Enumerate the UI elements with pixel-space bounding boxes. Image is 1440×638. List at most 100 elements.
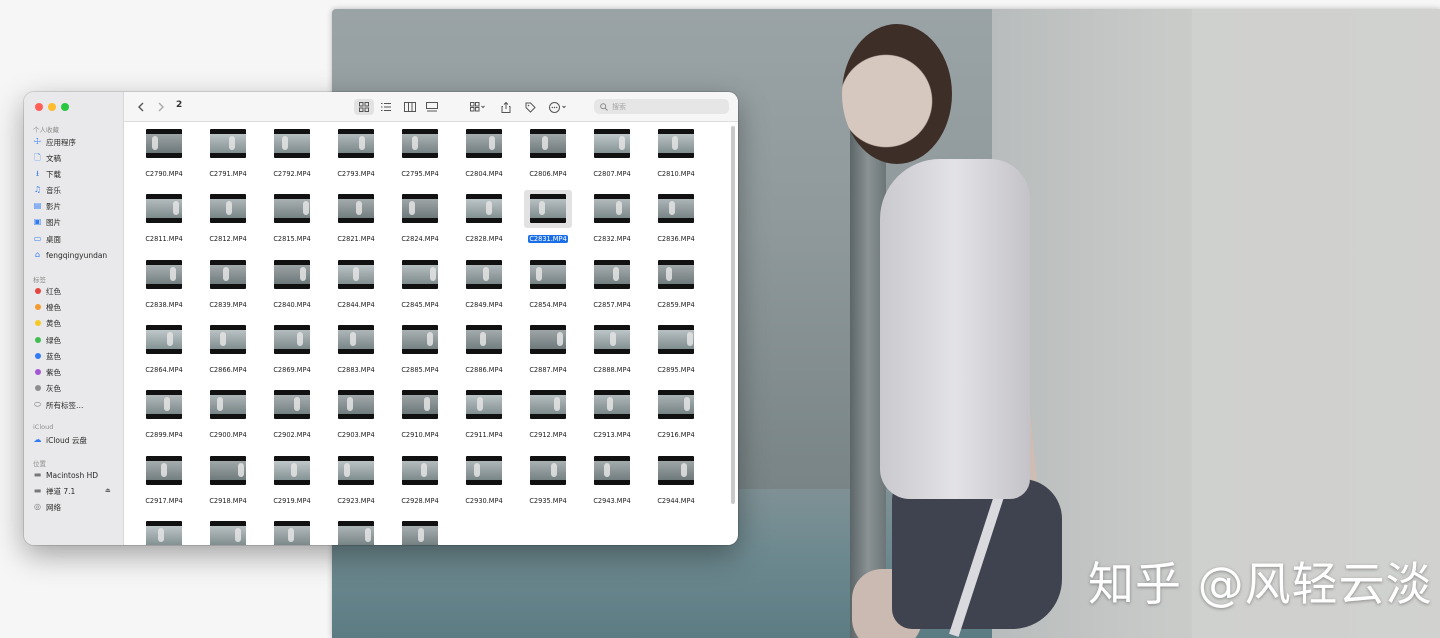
- file-item[interactable]: C2793.MP4: [328, 123, 384, 181]
- sidebar-item-icloud-drive[interactable]: ☁ iCloud 云盘: [33, 433, 87, 447]
- file-item[interactable]: C2831.MP4: [520, 188, 576, 246]
- sidebar-item-music[interactable]: ♫ 音乐: [33, 183, 61, 197]
- scrollbar[interactable]: [731, 126, 735, 504]
- file-item[interactable]: C2923.MP4: [328, 450, 384, 508]
- sidebar-item-movies[interactable]: ▤ 影片: [33, 199, 61, 213]
- file-item[interactable]: C2864.MP4: [136, 319, 192, 377]
- file-item[interactable]: C2928.MP4: [392, 450, 448, 508]
- video-thumbnail: [146, 324, 182, 354]
- file-item[interactable]: C2886.MP4: [456, 319, 512, 377]
- minimize-button[interactable]: [48, 103, 56, 111]
- file-item[interactable]: C2918.MP4: [200, 450, 256, 508]
- file-item[interactable]: C2811.MP4: [136, 188, 192, 246]
- sidebar-item-applications[interactable]: ☩ 应用程序: [33, 135, 76, 149]
- icon-view-button[interactable]: [354, 99, 374, 115]
- sidebar-item-downloads[interactable]: ⭳ 下载: [33, 167, 61, 181]
- file-item[interactable]: C2828.MP4: [456, 188, 512, 246]
- close-button[interactable]: [35, 103, 43, 111]
- file-item[interactable]: C2888.MP4: [584, 319, 640, 377]
- sidebar-tag-red[interactable]: 红色: [33, 284, 61, 298]
- file-item[interactable]: C2916.MP4: [648, 384, 704, 442]
- file-item[interactable]: C2791.MP4: [200, 123, 256, 181]
- file-item[interactable]: [328, 515, 384, 545]
- sidebar-tag-gray[interactable]: 灰色: [33, 381, 61, 395]
- list-view-button[interactable]: [376, 99, 396, 115]
- file-item[interactable]: C2935.MP4: [520, 450, 576, 508]
- file-item[interactable]: C2804.MP4: [456, 123, 512, 181]
- zoom-button[interactable]: [61, 103, 69, 111]
- column-view-button[interactable]: [400, 99, 420, 115]
- more-actions-button[interactable]: [546, 99, 570, 115]
- file-item[interactable]: C2838.MP4: [136, 254, 192, 312]
- search-input[interactable]: [612, 102, 722, 111]
- sidebar-tag-all[interactable]: ⬭ 所有标签…: [33, 398, 83, 412]
- file-item[interactable]: C2836.MP4: [648, 188, 704, 246]
- file-item[interactable]: C2885.MP4: [392, 319, 448, 377]
- file-item[interactable]: C2913.MP4: [584, 384, 640, 442]
- file-item[interactable]: C2866.MP4: [200, 319, 256, 377]
- gallery-view-button[interactable]: [422, 99, 442, 115]
- eject-icon[interactable]: ⏏: [105, 487, 111, 494]
- sidebar-tag-green[interactable]: 绿色: [33, 333, 61, 347]
- sidebar-item-volume[interactable]: ▬ 禅道 7.1: [33, 484, 76, 498]
- file-item[interactable]: C2911.MP4: [456, 384, 512, 442]
- file-item[interactable]: C2844.MP4: [328, 254, 384, 312]
- file-item[interactable]: C2887.MP4: [520, 319, 576, 377]
- file-item[interactable]: C2839.MP4: [200, 254, 256, 312]
- file-item[interactable]: C2910.MP4: [392, 384, 448, 442]
- finder-window[interactable]: 个人收藏 ☩ 应用程序 🗋 文稿 ⭳ 下载 ♫ 音乐 ▤ 影片 ▣ 图片 ▭ 桌…: [24, 92, 738, 545]
- file-item[interactable]: C2832.MP4: [584, 188, 640, 246]
- file-item[interactable]: C2857.MP4: [584, 254, 640, 312]
- file-item[interactable]: C2815.MP4: [264, 188, 320, 246]
- file-item[interactable]: C2903.MP4: [328, 384, 384, 442]
- file-item[interactable]: C2790.MP4: [136, 123, 192, 181]
- file-item[interactable]: C2899.MP4: [136, 384, 192, 442]
- file-item[interactable]: C2849.MP4: [456, 254, 512, 312]
- tag-button[interactable]: [522, 99, 538, 115]
- file-item[interactable]: C2943.MP4: [584, 450, 640, 508]
- file-item[interactable]: [392, 515, 448, 545]
- file-item[interactable]: C2930.MP4: [456, 450, 512, 508]
- file-item[interactable]: C2869.MP4: [264, 319, 320, 377]
- file-item[interactable]: C2807.MP4: [584, 123, 640, 181]
- sidebar-item-documents[interactable]: 🗋 文稿: [33, 151, 61, 165]
- file-item[interactable]: C2806.MP4: [520, 123, 576, 181]
- file-item[interactable]: C2944.MP4: [648, 450, 704, 508]
- file-item[interactable]: [200, 515, 256, 545]
- file-item[interactable]: C2840.MP4: [264, 254, 320, 312]
- file-item[interactable]: [136, 515, 192, 545]
- file-item[interactable]: C2902.MP4: [264, 384, 320, 442]
- sidebar-item-macintosh-hd[interactable]: ▬ Macintosh HD: [33, 468, 98, 482]
- sidebar-tag-orange[interactable]: 橙色: [33, 300, 61, 314]
- thumbnail-figure: [483, 266, 489, 281]
- file-item[interactable]: C2795.MP4: [392, 123, 448, 181]
- sidebar-item-home[interactable]: ⌂ fengqingyundan: [33, 248, 107, 262]
- file-item[interactable]: C2845.MP4: [392, 254, 448, 312]
- forward-button[interactable]: [154, 99, 168, 115]
- file-item[interactable]: C2824.MP4: [392, 188, 448, 246]
- file-item[interactable]: C2900.MP4: [200, 384, 256, 442]
- file-item[interactable]: C2792.MP4: [264, 123, 320, 181]
- sidebar-item-pictures[interactable]: ▣ 图片: [33, 215, 61, 229]
- file-item[interactable]: C2854.MP4: [520, 254, 576, 312]
- sidebar-item-network[interactable]: ◎ 网络: [33, 500, 61, 514]
- sidebar-tag-blue[interactable]: 蓝色: [33, 349, 61, 363]
- file-item[interactable]: [264, 515, 320, 545]
- share-button[interactable]: [498, 99, 514, 115]
- file-item[interactable]: C2912.MP4: [520, 384, 576, 442]
- file-name: C2831.MP4: [520, 235, 576, 244]
- group-button[interactable]: [466, 99, 490, 115]
- file-item[interactable]: C2859.MP4: [648, 254, 704, 312]
- sidebar-item-desktop[interactable]: ▭ 桌面: [33, 232, 61, 246]
- file-item[interactable]: C2917.MP4: [136, 450, 192, 508]
- file-item[interactable]: C2895.MP4: [648, 319, 704, 377]
- sidebar-tag-purple[interactable]: 紫色: [33, 365, 61, 379]
- back-button[interactable]: [134, 99, 148, 115]
- file-item[interactable]: C2821.MP4: [328, 188, 384, 246]
- search-field[interactable]: [594, 99, 729, 114]
- file-item[interactable]: C2919.MP4: [264, 450, 320, 508]
- sidebar-tag-yellow[interactable]: 黄色: [33, 316, 61, 330]
- file-item[interactable]: C2810.MP4: [648, 123, 704, 181]
- file-item[interactable]: C2812.MP4: [200, 188, 256, 246]
- file-item[interactable]: C2883.MP4: [328, 319, 384, 377]
